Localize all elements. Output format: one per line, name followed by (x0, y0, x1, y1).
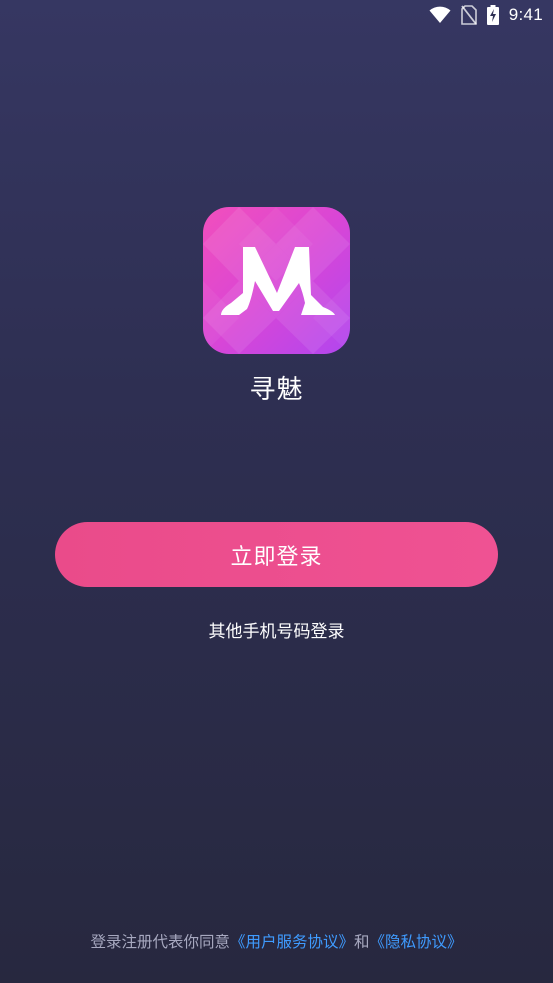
agreement-text: 登录注册代表你同意《用户服务协议》和《隐私协议》 (0, 930, 553, 952)
no-sim-icon (460, 5, 477, 25)
status-bar: 9:41 (0, 0, 553, 32)
agreement-prefix: 登录注册代表你同意 (90, 933, 230, 951)
app-logo (203, 207, 350, 354)
high-heels-m-logo-icon (203, 207, 350, 354)
privacy-agreement-link[interactable]: 《隐私协议》 (370, 933, 463, 951)
app-name: 寻魅 (249, 375, 304, 405)
battery-charging-icon (486, 5, 499, 25)
other-phone-login-link[interactable]: 其他手机号码登录 (0, 617, 553, 642)
status-icons: 9:41 (429, 4, 543, 26)
agreement-conjunction: 和 (354, 933, 370, 951)
wifi-icon (429, 6, 451, 24)
user-service-agreement-link[interactable]: 《用户服务协议》 (230, 933, 354, 951)
login-now-button[interactable]: 立即登录 (55, 522, 498, 587)
status-time: 9:41 (508, 5, 543, 24)
